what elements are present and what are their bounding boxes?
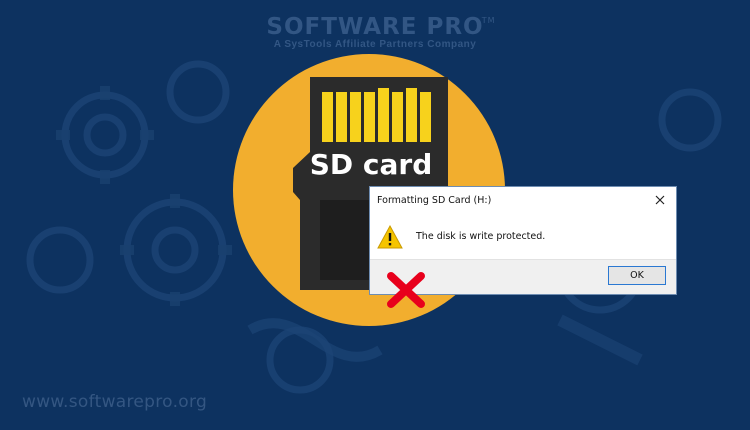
dialog-title: Formatting SD Card (H:) <box>377 195 492 206</box>
dialog-body: The disk is write protected. <box>370 215 676 261</box>
sd-card-label: SD card <box>309 148 433 181</box>
dialog-message: The disk is write protected. <box>416 231 546 242</box>
dialog-titlebar: Formatting SD Card (H:) <box>370 187 676 215</box>
warning-icon <box>377 224 403 254</box>
ok-button[interactable]: OK <box>608 266 666 285</box>
close-icon[interactable] <box>652 192 668 208</box>
error-x-icon <box>387 272 425 308</box>
